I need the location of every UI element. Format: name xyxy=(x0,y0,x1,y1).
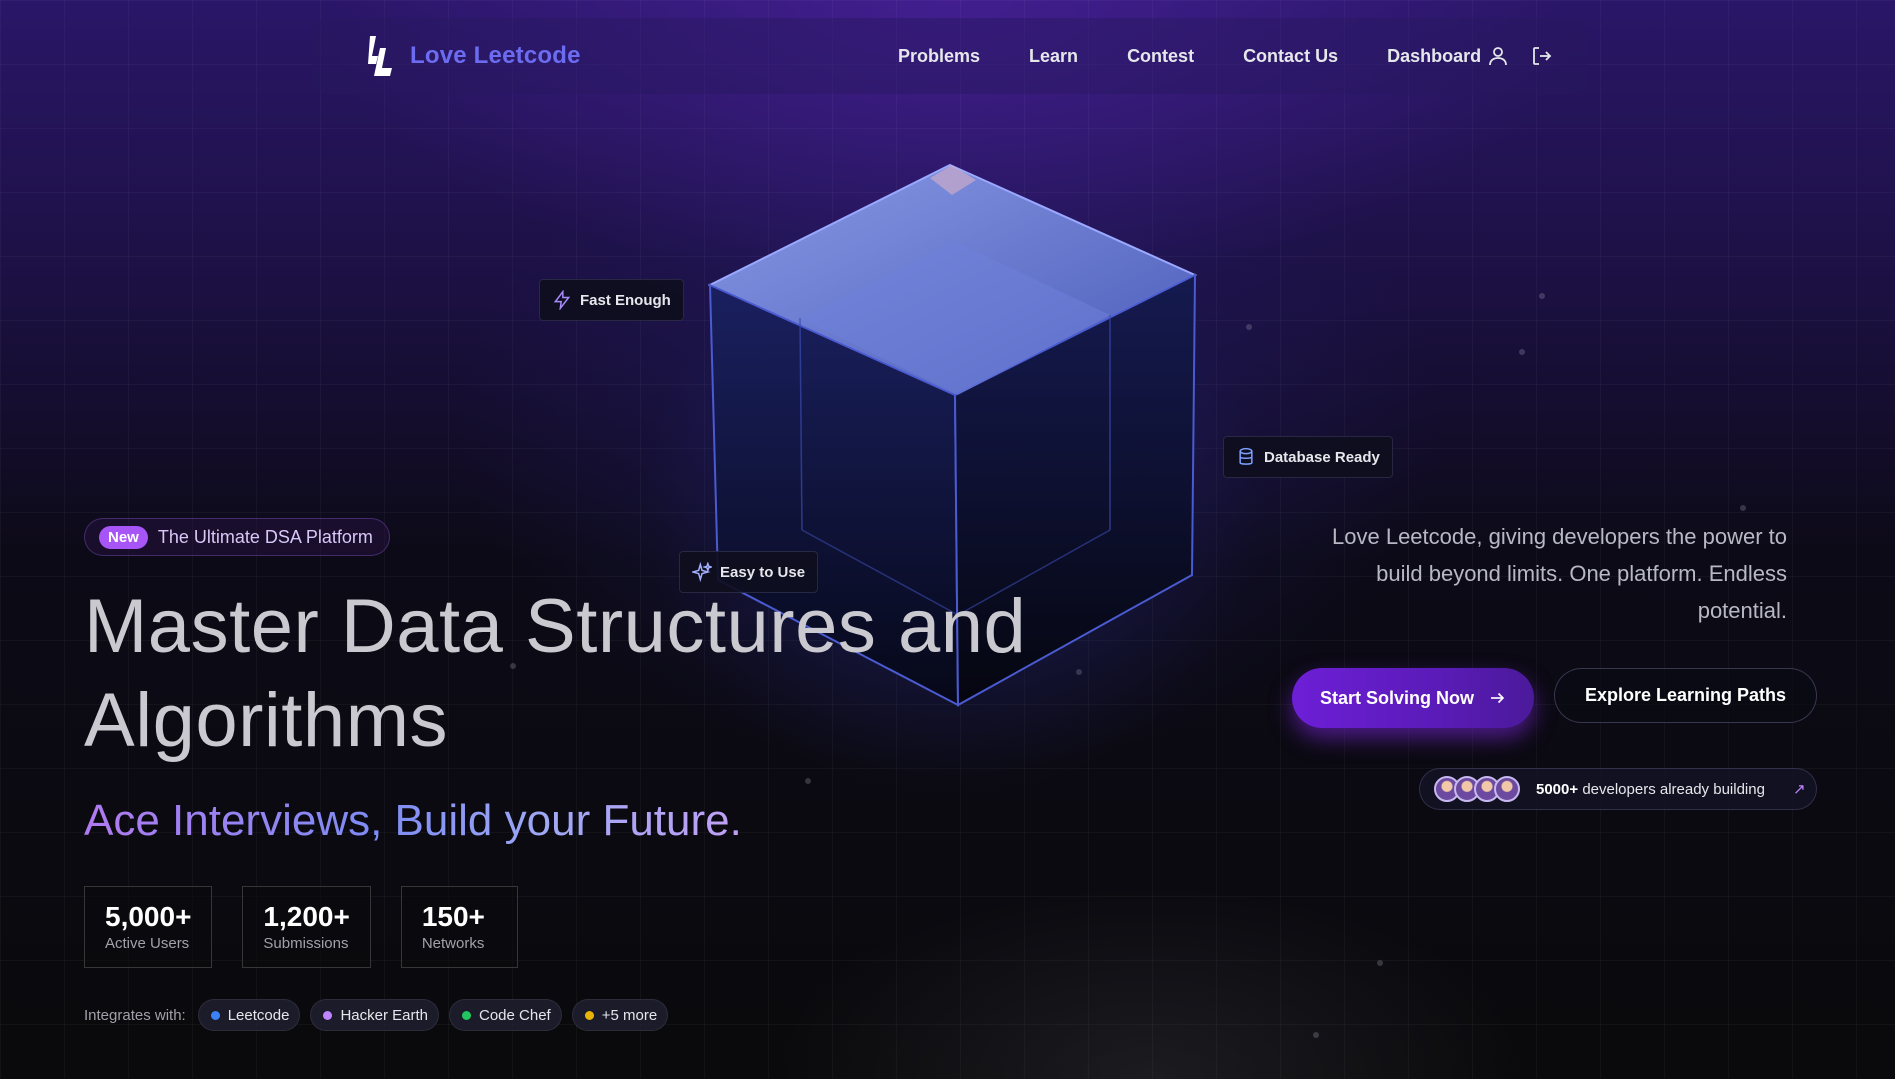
stat-card-active-users: 5,000+ Active Users xyxy=(84,886,213,968)
brand-logo[interactable]: Love Leetcode xyxy=(366,34,581,78)
nav-link-learn[interactable]: Learn xyxy=(1029,46,1078,67)
tag-easy-to-use-label: Easy to Use xyxy=(720,563,806,581)
user-icon[interactable] xyxy=(1486,44,1510,68)
brand-name: Love Leetcode xyxy=(410,42,581,69)
developers-pill[interactable]: 5000+ developers already building ↗ xyxy=(1419,768,1817,810)
chip-label: +5 more xyxy=(601,1006,658,1024)
hero-tagline: Ace Interviews, Build your Future. xyxy=(84,796,742,845)
hero-title-line1: Master Data Structures and xyxy=(84,584,1027,669)
stat-label: Networks xyxy=(421,935,485,952)
status-dot xyxy=(210,1010,220,1020)
stat-value: 1,200+ xyxy=(263,901,350,932)
developers-text: 5000+ developers already building xyxy=(1536,781,1765,798)
lightning-icon xyxy=(553,290,571,310)
nav-link-contact-us[interactable]: Contact Us xyxy=(1243,46,1338,67)
tag-fast-enough: Fast Enough xyxy=(539,279,684,321)
tag-fast-enough-label: Fast Enough xyxy=(580,291,671,309)
database-icon xyxy=(1239,447,1253,465)
stat-value: 150+ xyxy=(421,901,485,932)
nav-link-contest[interactable]: Contest xyxy=(1127,46,1194,67)
nav-link-dashboard[interactable]: Dashboard xyxy=(1387,46,1481,67)
integrations-label: Integrates with: xyxy=(84,1006,186,1024)
avatar-stack xyxy=(1434,776,1520,802)
status-dot xyxy=(323,1010,333,1020)
explore-learning-paths-button[interactable]: Explore Learning Paths xyxy=(1554,668,1817,723)
developers-caption: developers already building xyxy=(1582,780,1765,798)
integration-chip-leetcode[interactable]: Leetcode xyxy=(197,999,301,1031)
tag-database-ready-label: Database Ready xyxy=(1264,448,1380,466)
stat-value: 5,000+ xyxy=(105,901,192,932)
background-dot xyxy=(1313,1032,1319,1038)
new-badge: New xyxy=(99,525,148,549)
arrow-up-right-icon: ↗ xyxy=(1792,781,1806,798)
hero-title: Master Data Structures and Algorithms xyxy=(84,580,1084,768)
badge-text: The Ultimate DSA Platform xyxy=(157,526,373,547)
status-dot xyxy=(584,1010,594,1020)
avatar xyxy=(1494,776,1520,802)
tag-database-ready: Database Ready xyxy=(1223,436,1393,478)
love-leetcode-logo-icon xyxy=(368,36,392,76)
nav-links: Problems Learn Contest Contact Us Dashbo… xyxy=(898,18,1530,94)
start-solving-label: Start Solving Now xyxy=(1319,687,1474,708)
stat-label: Submissions xyxy=(263,935,349,952)
integrations-row: Integrates with: Leetcode Hacker Earth C… xyxy=(84,999,669,1031)
background-dot xyxy=(1539,293,1545,299)
chip-label: Code Chef xyxy=(479,1006,551,1024)
integration-chip-more[interactable]: +5 more xyxy=(571,999,669,1031)
arrow-right-icon xyxy=(1491,692,1505,704)
start-solving-button[interactable]: Start Solving Now xyxy=(1292,668,1534,728)
developers-count: 5000+ xyxy=(1536,780,1579,798)
background-dot xyxy=(1519,349,1525,355)
integration-chip-code-chef[interactable]: Code Chef xyxy=(449,999,562,1031)
integration-chip-hacker-earth[interactable]: Hacker Earth xyxy=(310,999,439,1031)
stat-card-networks: 150+ Networks xyxy=(400,886,518,968)
top-navbar: Love Leetcode Problems Learn Contest Con… xyxy=(312,18,1588,94)
hero-title-line2: Algorithms xyxy=(84,678,448,763)
hero-description: Love Leetcode, giving developers the pow… xyxy=(1332,524,1787,623)
logout-icon[interactable] xyxy=(1530,44,1554,68)
stat-label: Active Users xyxy=(105,935,190,952)
background-dot xyxy=(1740,505,1746,511)
nav-link-problems[interactable]: Problems xyxy=(898,46,980,67)
chip-label: Leetcode xyxy=(227,1006,290,1024)
chip-label: Hacker Earth xyxy=(340,1006,428,1024)
background-dot xyxy=(1377,960,1383,966)
sparkles-icon xyxy=(692,562,712,582)
status-dot xyxy=(462,1010,471,1020)
stats-row: 5,000+ Active Users 1,200+ Submissions 1… xyxy=(84,886,518,968)
platform-badge: New The Ultimate DSA Platform xyxy=(84,518,390,556)
stat-card-submissions: 1,200+ Submissions xyxy=(242,886,371,968)
